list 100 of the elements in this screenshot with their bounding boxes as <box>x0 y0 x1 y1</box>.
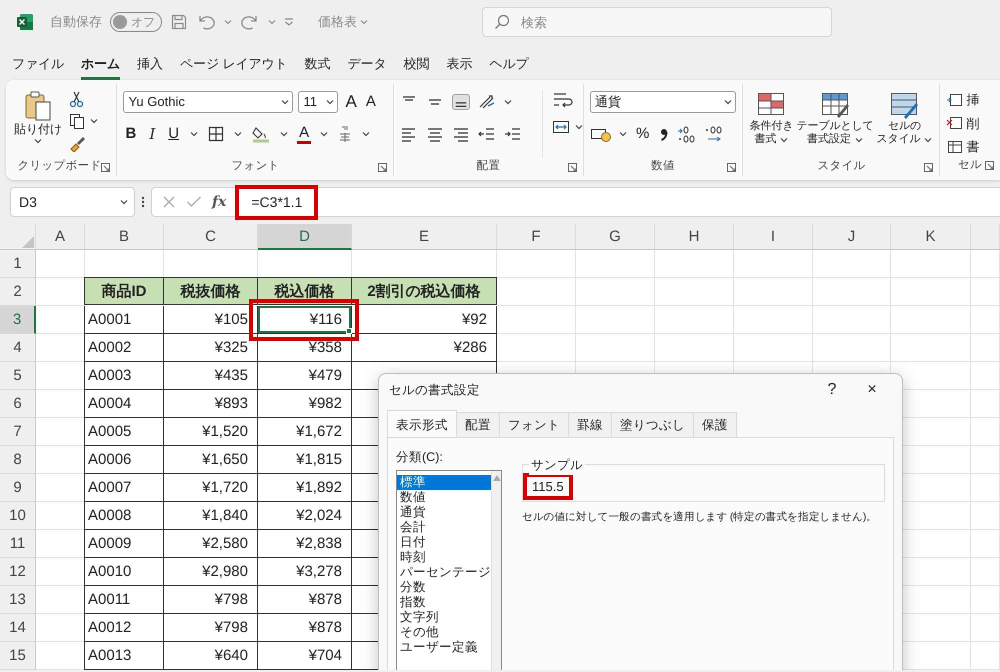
category-item[interactable]: ユーザー定義 <box>397 640 491 654</box>
row-header[interactable]: 7 <box>0 418 36 446</box>
table-cell: ¥2,980 <box>164 558 258 586</box>
bold-button[interactable]: B <box>123 124 138 144</box>
column-header[interactable]: C <box>164 224 258 250</box>
dialog-tab[interactable]: 保護 <box>693 412 737 437</box>
name-box[interactable]: D3 <box>10 187 135 217</box>
category-item[interactable]: 分数 <box>397 580 491 594</box>
table-cell: A0013 <box>84 642 164 670</box>
row-header[interactable]: 2 <box>0 278 36 306</box>
category-item[interactable]: パーセンテージ <box>397 564 491 580</box>
style-button[interactable]: 条件付き 書式 <box>749 90 794 158</box>
column-header[interactable]: F <box>497 224 576 250</box>
column-heading-cell: 商品ID <box>84 277 164 305</box>
table-cell: A0001 <box>84 306 164 334</box>
table-cell: A0011 <box>84 586 164 614</box>
table-cell: ¥1,520 <box>164 418 258 446</box>
row-header[interactable]: 5 <box>0 362 36 390</box>
row-header[interactable]: 12 <box>0 558 36 586</box>
paste-button[interactable]: 貼り付け <box>12 90 64 158</box>
menu-tab[interactable]: ファイル <box>12 48 64 80</box>
table-cell: A0002 <box>84 334 164 362</box>
column-header[interactable]: E <box>352 224 497 250</box>
row-header[interactable]: 14 <box>0 614 36 642</box>
column-header[interactable]: B <box>85 224 164 250</box>
dialog-tab[interactable]: 塗りつぶし <box>611 412 694 437</box>
cells-button[interactable]: 削 <box>946 114 994 133</box>
menu-tab[interactable]: 校閲 <box>404 48 430 80</box>
row-header[interactable]: 9 <box>0 474 36 502</box>
menu-tab[interactable]: データ <box>348 48 387 80</box>
table-cell: ¥878 <box>258 586 352 614</box>
italic-button[interactable]: I <box>147 124 158 144</box>
category-item[interactable]: 会計 <box>397 520 491 534</box>
table-cell: ¥2,580 <box>164 530 258 558</box>
dialog-tab[interactable]: 罫線 <box>568 412 612 437</box>
menu-tab[interactable]: ヘルプ <box>490 48 529 80</box>
category-item[interactable]: 日付 <box>397 534 491 550</box>
column-header[interactable]: J <box>813 224 891 250</box>
font-size-dropdown[interactable]: 11 <box>298 91 338 113</box>
row-header[interactable]: 13 <box>0 586 36 614</box>
dialog-tab[interactable]: 表示形式 <box>387 410 457 437</box>
dialog-tab[interactable]: フォント <box>499 412 569 437</box>
category-item[interactable]: 指数 <box>397 594 491 610</box>
column-header[interactable]: D <box>258 224 352 250</box>
category-item[interactable]: 標準 <box>397 474 491 490</box>
grow-font-button[interactable]: A <box>343 92 359 112</box>
table-cell: ¥640 <box>164 642 258 670</box>
column-header[interactable]: H <box>655 224 734 250</box>
help-button[interactable]: ? <box>812 377 852 403</box>
style-button[interactable]: セルの スタイル <box>876 90 932 158</box>
table-cell: ¥1,815 <box>258 446 352 474</box>
table-cell: A0004 <box>84 390 164 418</box>
row-header[interactable]: 1 <box>0 250 36 278</box>
row-header[interactable]: 6 <box>0 390 36 418</box>
category-item[interactable]: 文字列 <box>397 610 491 624</box>
row-header[interactable]: 4 <box>0 334 36 362</box>
group-label: クリップボード <box>17 158 102 174</box>
style-button[interactable]: テーブルとして 書式設定 <box>796 90 874 158</box>
table-cell: ¥2,024 <box>258 502 352 530</box>
insert-function-button[interactable]: fx <box>212 192 226 212</box>
sample-legend: サンプル <box>529 456 585 474</box>
cells-button[interactable]: 書 <box>946 137 994 156</box>
category-item[interactable]: その他 <box>397 624 491 640</box>
menu-tab[interactable]: 数式 <box>304 48 331 80</box>
formula-field[interactable]: =C3*1.1 <box>235 184 318 220</box>
percent-button[interactable]: % <box>634 124 652 144</box>
table-cell: A0007 <box>84 474 164 502</box>
menu-tab[interactable]: ページ レイアウト <box>180 48 288 80</box>
row-header[interactable]: 3 <box>0 306 36 334</box>
menu-tab[interactable]: 表示 <box>446 48 473 80</box>
row-header[interactable]: 10 <box>0 502 36 530</box>
row-header[interactable]: 8 <box>0 446 36 474</box>
category-item[interactable]: 数値 <box>397 490 491 504</box>
close-button[interactable]: × <box>852 377 892 403</box>
table-cell: A0005 <box>84 418 164 446</box>
table-cell: ¥435 <box>164 362 258 390</box>
category-item[interactable]: 時刻 <box>397 550 491 564</box>
column-header[interactable]: K <box>891 224 971 250</box>
table-cell: ¥1,892 <box>258 474 352 502</box>
row-header[interactable]: 15 <box>0 642 36 670</box>
search-field[interactable]: 検索 <box>482 7 832 37</box>
column-header[interactable]: I <box>734 224 813 250</box>
menu-tab[interactable]: 挿入 <box>137 48 163 80</box>
cells-button[interactable]: 挿 <box>946 90 994 110</box>
row-header[interactable]: 11 <box>0 530 36 558</box>
font-color-button[interactable]: A <box>297 124 312 144</box>
column-header[interactable]: A <box>36 224 85 250</box>
underline-button[interactable]: U <box>166 124 182 144</box>
dialog-tab[interactable]: 配置 <box>456 412 500 437</box>
column-header[interactable]: G <box>576 224 655 250</box>
group-label: フォント <box>231 159 280 174</box>
number-format-dropdown[interactable]: 通貨 <box>590 91 736 113</box>
dialog-title: セルの書式設定 <box>389 382 480 399</box>
shrink-font-button[interactable]: A <box>364 92 378 112</box>
table-cell: ¥116 <box>258 306 352 334</box>
autosave-label: 自動保存 <box>50 13 102 32</box>
category-item[interactable]: 通貨 <box>397 504 491 520</box>
table-cell: ¥982 <box>258 390 352 418</box>
group-label: 配置 <box>476 158 501 174</box>
font-name-dropdown[interactable]: Yu Gothic <box>123 91 294 113</box>
